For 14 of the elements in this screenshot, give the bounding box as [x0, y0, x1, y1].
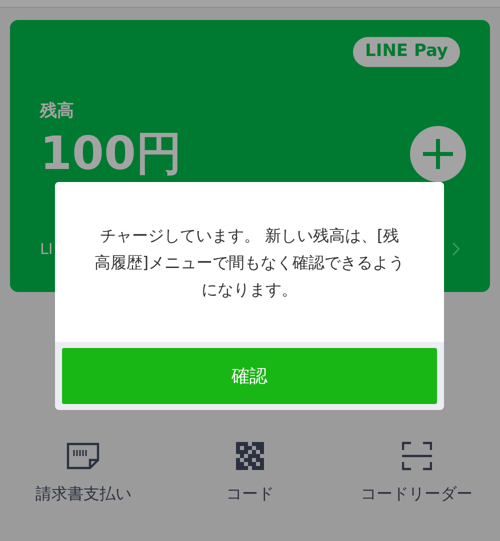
brand-badge: LINE Pay: [353, 37, 460, 66]
confirm-button[interactable]: 確認: [62, 348, 437, 404]
plus-icon: [423, 139, 453, 169]
dialog-message: チャージしています。 新しい残高は、[残高履歴]メニューで間もなく確認できるようになります。: [93, 224, 406, 300]
action-label[interactable]: コードリーダー: [360, 482, 473, 506]
bill-icon: [66, 442, 100, 470]
chevron-right-icon: [452, 242, 460, 256]
card-link-text: LI: [40, 239, 53, 260]
balance-amount: 100円: [40, 125, 182, 181]
balance-label: 残高: [40, 100, 75, 122]
qr-code-icon: [236, 442, 264, 470]
action-label[interactable]: コード: [226, 482, 274, 506]
action-label[interactable]: 請求書支払い: [35, 482, 132, 506]
scan-icon: [402, 441, 432, 471]
